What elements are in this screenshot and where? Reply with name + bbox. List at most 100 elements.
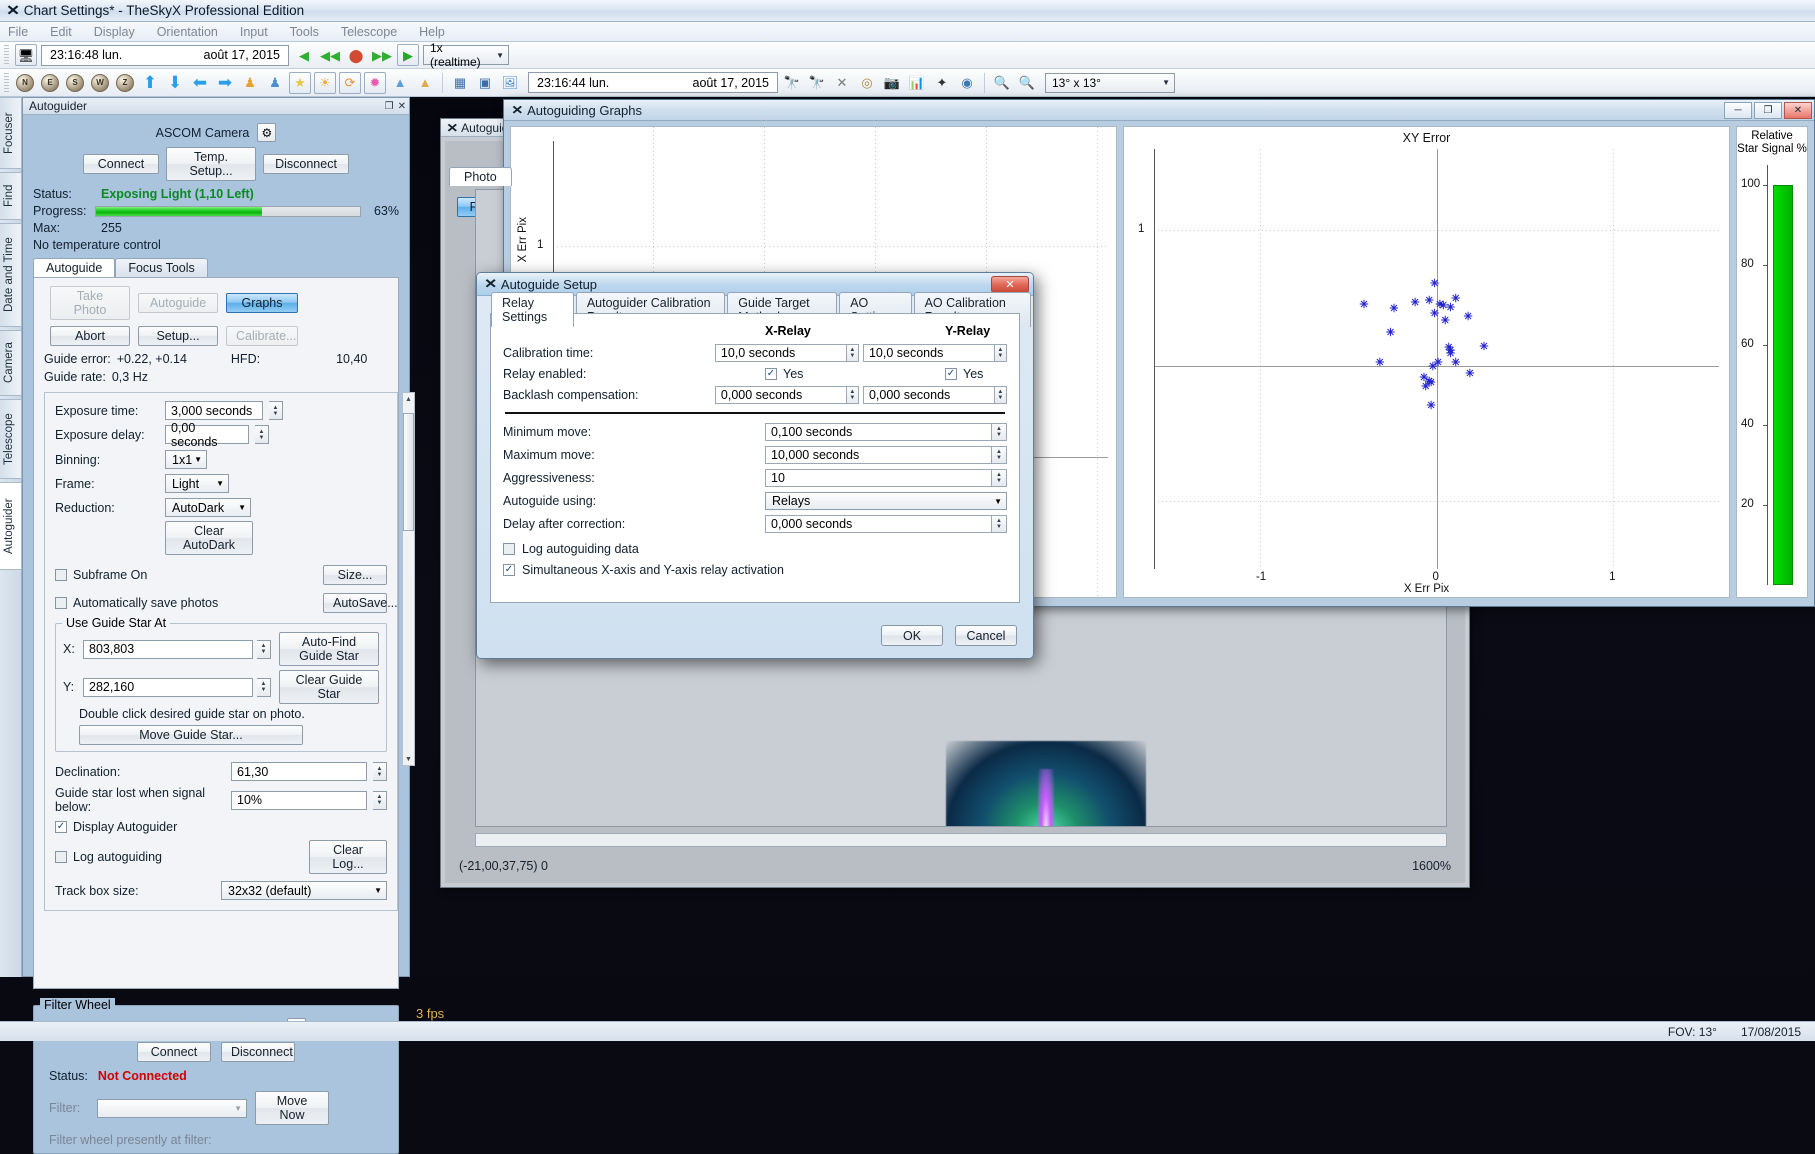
sidebar-item-date-and-time[interactable]: Date and Time <box>0 223 22 327</box>
menu-tools[interactable]: Tools <box>290 25 319 39</box>
declination-stepper[interactable]: ▲▼ <box>373 762 387 781</box>
filter-move-now-button[interactable]: Move Now <box>255 1091 329 1125</box>
clear-autodark-button[interactable]: Clear AutoDark <box>165 521 253 555</box>
zoom-in-icon[interactable]: 🔍 <box>991 72 1013 94</box>
sidebar-item-find[interactable]: Find <box>0 172 22 220</box>
labels-icon[interactable]: ▣ <box>474 72 496 94</box>
tab-photo[interactable]: Photo <box>449 167 512 186</box>
sidebar-item-autoguider[interactable]: Autoguider <box>0 482 22 570</box>
fast-forward-icon[interactable]: ▶▶ <box>371 44 393 66</box>
graphs-button[interactable]: Graphs <box>226 293 298 313</box>
telescope-connect-icon[interactable]: 🔭 <box>781 72 803 94</box>
telescope-slew-icon[interactable]: 🔭 <box>806 72 828 94</box>
autoguide-panel-scrollbar[interactable]: ▲ ▼ <box>402 392 415 766</box>
left-arrow-icon[interactable]: ⬅ <box>189 72 211 94</box>
guide-star-lost-stepper[interactable]: ▲▼ <box>373 791 387 810</box>
menu-telescope[interactable]: Telescope <box>341 25 397 39</box>
guide-star-y-input[interactable]: 282,160 <box>83 678 253 697</box>
menu-orientation[interactable]: Orientation <box>157 25 218 39</box>
calibration-time-y-stepper[interactable]: ▲▼ <box>995 344 1007 362</box>
menu-display[interactable]: Display <box>94 25 135 39</box>
datetime-field[interactable]: 23:16:48 lun. août 17, 2015 <box>41 45 289 66</box>
menu-help[interactable]: Help <box>419 25 445 39</box>
clear-guide-star-button[interactable]: Clear Guide Star <box>279 670 379 704</box>
exposure-delay-input[interactable]: 0,00 seconds <box>165 425 249 444</box>
calibration-time-y-input[interactable]: 10,0 seconds <box>863 344 995 362</box>
compass-east-icon[interactable]: E <box>39 72 61 94</box>
minimum-move-input[interactable]: 0,100 seconds <box>765 423 992 441</box>
play-icon[interactable]: ▶ <box>397 44 419 66</box>
chart-icon[interactable]: 📊 <box>906 72 928 94</box>
reduction-select[interactable]: AutoDark ▼ <box>165 498 251 517</box>
exposure-time-stepper[interactable]: ▲▼ <box>269 401 283 420</box>
guide-star-lost-input[interactable]: 10% <box>231 791 367 810</box>
star-chart-icon[interactable]: ✦ <box>931 72 953 94</box>
sun-icon[interactable]: ☀ <box>314 72 336 94</box>
toolbar-grip[interactable] <box>4 45 9 65</box>
stop-icon[interactable]: ⬤ <box>345 44 367 66</box>
backlash-compensation-x-input[interactable]: 0,000 seconds <box>715 386 847 404</box>
delay-after-correction-input[interactable]: 0,000 seconds <box>765 515 992 533</box>
log-autoguiding-checkbox[interactable] <box>55 851 67 863</box>
track-box-size-select[interactable]: 32x32 (default) ▼ <box>221 881 387 900</box>
menu-edit[interactable]: Edit <box>50 25 72 39</box>
panel-undock-icon[interactable]: ❐ <box>385 101 394 112</box>
scroll-down-icon[interactable]: ▼ <box>405 753 412 765</box>
close-icon[interactable]: ✕ <box>1784 102 1812 119</box>
horizon-tan-icon[interactable]: ▲ <box>414 72 436 94</box>
calibration-time-x-input[interactable]: 10,0 seconds <box>715 344 847 362</box>
maximize-icon[interactable]: ❐ <box>1754 102 1782 119</box>
up-arrow-icon[interactable]: ⬆ <box>139 72 161 94</box>
rewind-icon[interactable]: ◀◀ <box>319 44 341 66</box>
horizon-blue-icon[interactable]: ▲ <box>389 72 411 94</box>
declination-input[interactable]: 61,30 <box>231 762 367 781</box>
sidebar-item-camera[interactable]: Camera <box>0 330 22 396</box>
move-guide-star-button[interactable]: Move Guide Star... <box>79 725 303 745</box>
relay-enabled-y-checkbox[interactable]: ✓ <box>945 368 957 380</box>
binning-select[interactable]: 1x1 ▼ <box>165 450 207 469</box>
datetime-field-2[interactable]: 23:16:44 lun. août 17, 2015 <box>528 72 778 93</box>
tab-autoguide[interactable]: Autoguide <box>33 258 115 277</box>
clock-monitor-icon[interactable]: 🖥 <box>15 44 37 66</box>
target-icon[interactable]: ◎ <box>856 72 878 94</box>
calibration-time-x-stepper[interactable]: ▲▼ <box>847 344 859 362</box>
aggressiveness-input[interactable]: 10 <box>765 469 992 487</box>
camera-connect-button[interactable]: Connect <box>83 154 159 174</box>
guide-star-x-input[interactable]: 803,803 <box>83 640 253 659</box>
photo-horizontal-scrollbar[interactable] <box>475 833 1447 847</box>
constellation-icon[interactable]: ★ <box>289 72 311 94</box>
autoguide-setup-dialog[interactable]: ✕ Autoguide Setup ✕ Relay Settings Autog… <box>476 272 1034 659</box>
autoguider-icon[interactable]: ◉ <box>956 72 978 94</box>
step-back-icon[interactable]: ◀ <box>293 44 315 66</box>
ok-button[interactable]: OK <box>881 625 943 646</box>
cancel-button[interactable]: Cancel <box>955 625 1017 646</box>
zoom-out-icon[interactable]: 🔍 <box>1016 72 1038 94</box>
time-rate-select[interactable]: 1x (realtime) ▼ <box>423 45 509 65</box>
setup-button[interactable]: Setup... <box>138 326 218 346</box>
panel-close-icon[interactable]: ✕ <box>398 101 406 112</box>
compass-south-icon[interactable]: S <box>64 72 86 94</box>
log-autoguiding-data-checkbox[interactable] <box>503 543 515 555</box>
autosave-checkbox[interactable] <box>55 597 67 609</box>
camera-icon[interactable]: 📷 <box>881 72 903 94</box>
camera-disconnect-button[interactable]: Disconnect <box>263 154 349 174</box>
sidebar-item-focuser[interactable]: Focuser <box>0 97 22 169</box>
compass-west-icon[interactable]: W <box>89 72 111 94</box>
maximum-move-stepper[interactable]: ▲▼ <box>992 446 1007 464</box>
guide-star-y-stepper[interactable]: ▲▼ <box>257 678 271 697</box>
filter-wheel-disconnect-button[interactable]: Disconnect <box>221 1042 295 1062</box>
minimum-move-stepper[interactable]: ▲▼ <box>992 423 1007 441</box>
backlash-compensation-x-stepper[interactable]: ▲▼ <box>847 386 859 404</box>
size-button[interactable]: Size... <box>323 565 387 585</box>
tab-relay-settings[interactable]: Relay Settings <box>491 292 574 327</box>
camera-temp-setup-button[interactable]: Temp. Setup... <box>166 147 256 181</box>
crosshair-icon[interactable]: ✕ <box>831 72 853 94</box>
minimize-icon[interactable]: ─ <box>1724 102 1752 119</box>
xy-error-scatter-plot[interactable]: XY Error X Err Pix -1011✳✳✳✳✳✳✳✳✳✳✳✳✳✳✳✳… <box>1123 126 1730 598</box>
backlash-compensation-y-input[interactable]: 0,000 seconds <box>863 386 995 404</box>
exposure-time-input[interactable]: 3,000 seconds <box>165 401 263 420</box>
toolbar2-grip[interactable] <box>4 73 9 93</box>
guide-star-x-stepper[interactable]: ▲▼ <box>257 640 271 659</box>
auto-find-guide-star-button[interactable]: Auto-Find Guide Star <box>279 632 379 666</box>
relay-enabled-x-checkbox[interactable]: ✓ <box>765 368 777 380</box>
